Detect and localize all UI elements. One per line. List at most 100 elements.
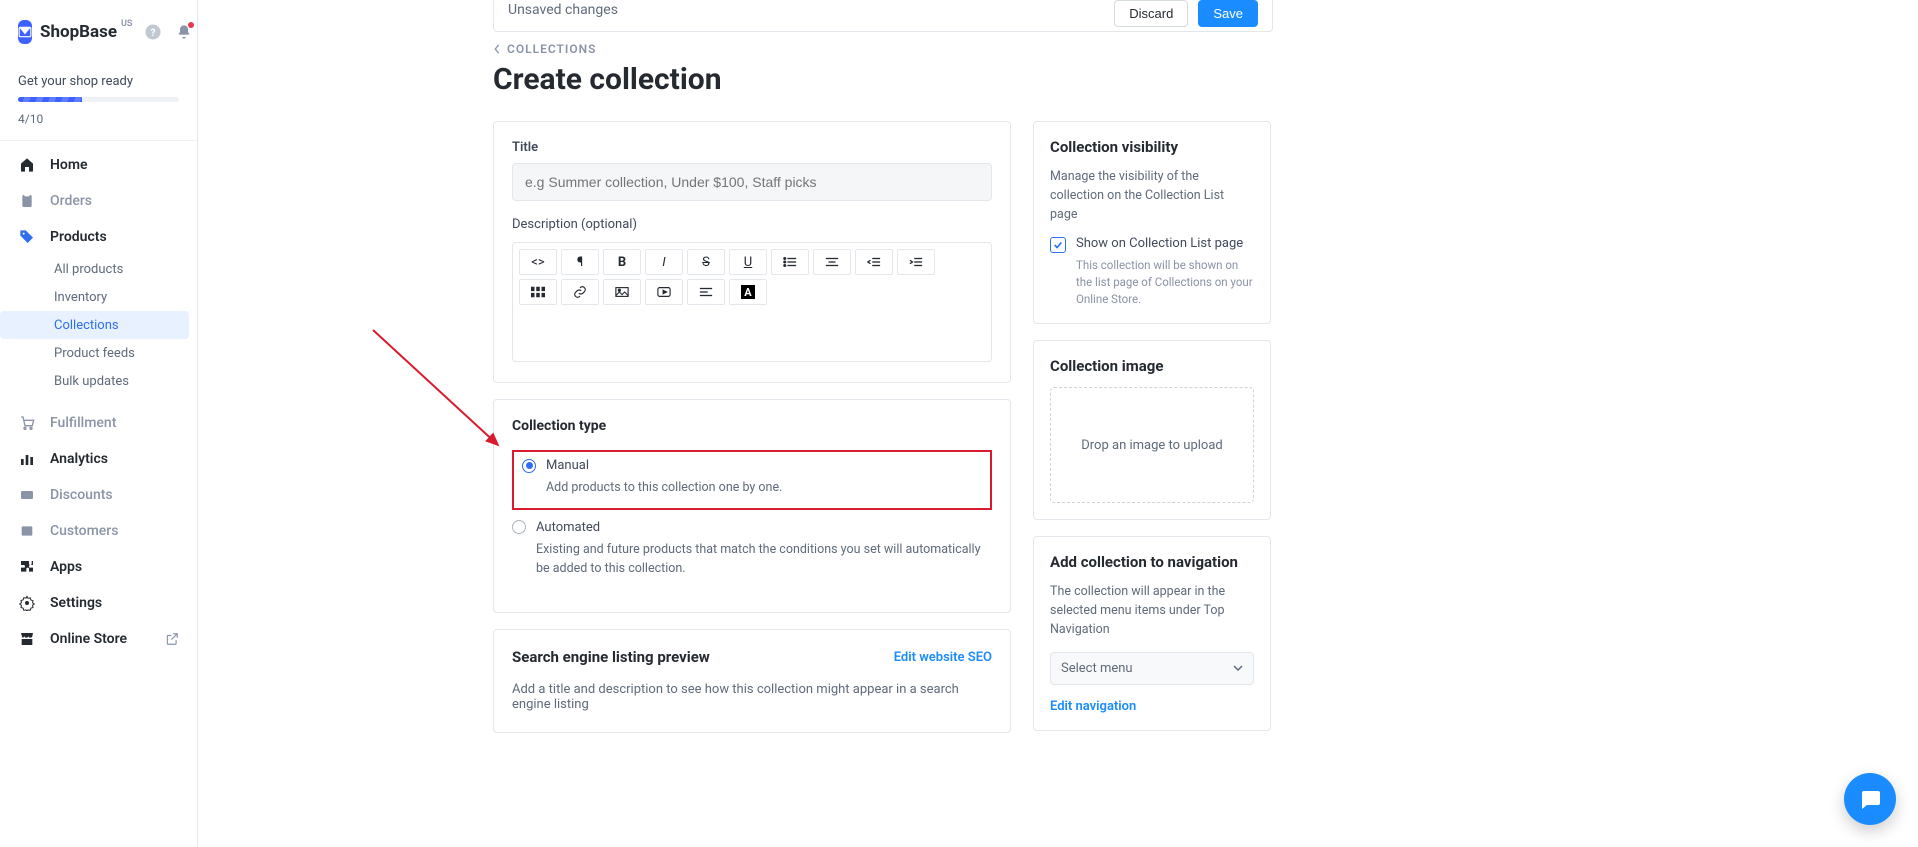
visibility-heading: Collection visibility	[1050, 138, 1254, 156]
collection-title-input[interactable]	[512, 163, 992, 201]
breadcrumb-label: COLLECTIONS	[507, 42, 596, 56]
indent-icon[interactable]	[897, 249, 935, 275]
customers-icon	[18, 523, 36, 539]
radio-automated-input[interactable]	[512, 520, 526, 534]
tag-icon	[18, 229, 36, 245]
notification-dot-icon	[188, 22, 194, 28]
collection-image-card: Collection image Drop an image to upload	[1033, 340, 1271, 520]
dropzone-label: Drop an image to upload	[1081, 438, 1222, 453]
bold-icon[interactable]: B	[603, 249, 641, 275]
seo-help: Add a title and description to see how t…	[512, 682, 992, 712]
menu-select-label: Select menu	[1061, 661, 1133, 676]
radio-automated-help: Existing and future products that match …	[512, 541, 992, 579]
nav-bulk-updates[interactable]: Bulk updates	[0, 367, 189, 395]
nav-product-feeds[interactable]: Product feeds	[0, 339, 189, 367]
discard-button[interactable]: Discard	[1114, 0, 1188, 27]
nav-discounts[interactable]: Discounts	[0, 477, 197, 513]
nav-home[interactable]: Home	[0, 147, 197, 183]
table-icon[interactable]	[519, 279, 557, 305]
percent-icon	[18, 487, 36, 503]
nav-home-label: Home	[50, 157, 88, 173]
chevron-left-icon	[493, 44, 501, 54]
code-view-icon[interactable]: <>	[519, 249, 557, 275]
chat-fab[interactable]	[1844, 773, 1896, 825]
nav-all-products[interactable]: All products	[0, 255, 189, 283]
puzzle-icon	[18, 559, 36, 575]
nav-customers[interactable]: Customers	[0, 513, 197, 549]
nav-analytics[interactable]: Analytics	[0, 441, 197, 477]
gear-icon	[18, 595, 36, 611]
strike-icon[interactable]: S	[687, 249, 725, 275]
underline-icon[interactable]: U	[729, 249, 767, 275]
italic-icon[interactable]: I	[645, 249, 683, 275]
show-on-list-checkbox[interactable]	[1050, 237, 1066, 253]
clipboard-icon	[18, 193, 36, 209]
visibility-card: Collection visibility Manage the visibil…	[1033, 121, 1271, 324]
external-link-icon[interactable]	[165, 632, 179, 646]
paragraph-icon[interactable]: ¶	[561, 249, 599, 275]
svg-text:?: ?	[151, 28, 156, 39]
radio-automated-label: Automated	[536, 520, 600, 535]
onboarding-label: Get your shop ready	[18, 74, 179, 89]
navigation-heading: Add collection to navigation	[1050, 553, 1254, 571]
progress-count: 4/10	[18, 112, 179, 126]
outdent-icon[interactable]	[855, 249, 893, 275]
title-field-label: Title	[512, 140, 992, 155]
edit-navigation-link[interactable]: Edit navigation	[1050, 699, 1136, 714]
brand-area: ShopBase US ?	[0, 20, 197, 62]
title-card: Title Description (optional) <> ¶ B I S …	[493, 121, 1011, 383]
nav-collections[interactable]: Collections	[0, 311, 189, 339]
description-label: Description (optional)	[512, 217, 992, 232]
nav-apps[interactable]: Apps	[0, 549, 197, 585]
brand-name: ShopBase	[40, 22, 117, 42]
chat-icon	[1858, 787, 1882, 811]
seo-card: Search engine listing preview Edit websi…	[493, 629, 1011, 733]
link-icon[interactable]	[561, 279, 599, 305]
nav-fulfillment-label: Fulfillment	[50, 415, 116, 431]
nav: Home Orders Products All products Invent…	[0, 141, 197, 657]
svg-text:A: A	[744, 286, 752, 299]
radio-manual-input[interactable]	[522, 459, 536, 473]
align-left-icon[interactable]	[687, 279, 725, 305]
nav-customers-label: Customers	[50, 523, 118, 539]
nav-discounts-label: Discounts	[50, 487, 113, 503]
bell-icon[interactable]	[176, 24, 192, 40]
radio-manual-label: Manual	[546, 458, 589, 473]
nav-online-store[interactable]: Online Store	[0, 621, 197, 657]
radio-manual[interactable]: Manual	[522, 458, 982, 473]
store-icon	[18, 631, 36, 647]
nav-products[interactable]: Products	[0, 219, 197, 255]
edit-seo-link[interactable]: Edit website SEO	[894, 650, 992, 665]
nav-inventory[interactable]: Inventory	[0, 283, 189, 311]
video-icon[interactable]	[645, 279, 683, 305]
radio-automated[interactable]: Automated	[512, 520, 992, 535]
nav-settings-label: Settings	[50, 595, 102, 611]
nav-orders[interactable]: Orders	[0, 183, 197, 219]
rich-text-editor[interactable]: <> ¶ B I S U	[512, 242, 992, 362]
nav-products-label: Products	[50, 229, 107, 245]
nav-settings[interactable]: Settings	[0, 585, 197, 621]
onboarding-progress[interactable]: Get your shop ready 4/10	[0, 62, 197, 141]
collection-type-card: Collection type Manual Add products to t…	[493, 399, 1011, 613]
brand-logo-icon	[18, 20, 32, 44]
nav-analytics-label: Analytics	[50, 451, 108, 467]
save-button[interactable]: Save	[1198, 0, 1258, 27]
help-icon[interactable]: ?	[144, 23, 162, 41]
chart-icon	[18, 451, 36, 467]
align-center-icon[interactable]	[813, 249, 851, 275]
nav-fulfillment[interactable]: Fulfillment	[0, 405, 197, 441]
nav-apps-label: Apps	[50, 559, 82, 575]
show-on-list-label: Show on Collection List page	[1076, 236, 1243, 251]
unsaved-label: Unsaved changes	[508, 0, 618, 18]
image-icon[interactable]	[603, 279, 641, 305]
font-color-icon[interactable]: A	[729, 279, 767, 305]
annotation-highlight-box: Manual Add products to this collection o…	[512, 450, 992, 510]
menu-select[interactable]: Select menu	[1050, 652, 1254, 685]
breadcrumb[interactable]: COLLECTIONS	[493, 42, 1273, 56]
navigation-card: Add collection to navigation The collect…	[1033, 536, 1271, 730]
progress-track	[18, 97, 179, 102]
page-title: Create collection	[493, 62, 1273, 97]
image-dropzone[interactable]: Drop an image to upload	[1050, 387, 1254, 503]
list-ul-icon[interactable]	[771, 249, 809, 275]
navigation-desc: The collection will appear in the select…	[1050, 583, 1254, 639]
